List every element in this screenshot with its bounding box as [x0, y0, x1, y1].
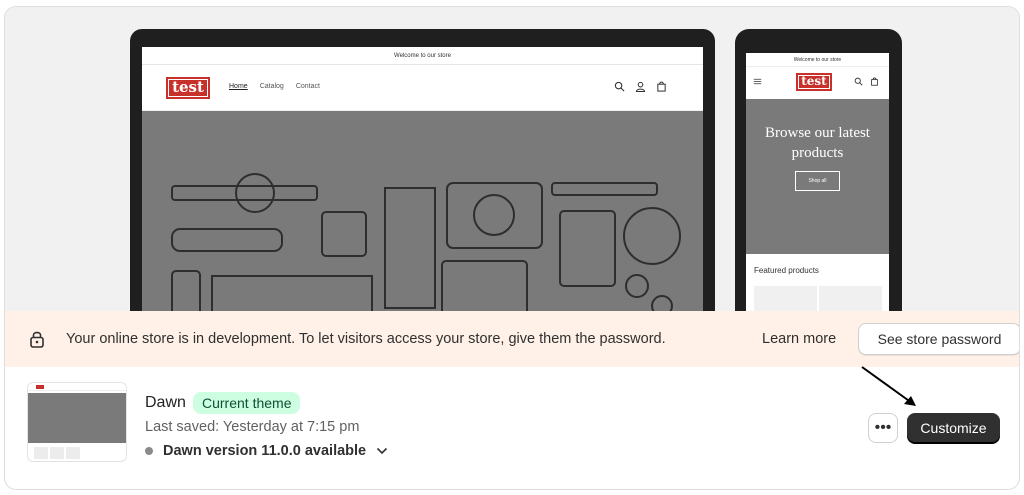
learn-more-link[interactable]: Learn more — [762, 331, 836, 347]
store-header-icons — [614, 81, 667, 92]
cart-icon — [657, 81, 666, 92]
announcement-bar: Welcome to our store — [142, 47, 703, 65]
version-text: Dawn version 11.0.0 available — [163, 443, 367, 459]
mobile-shop-all-button: Shop all — [795, 171, 840, 191]
mobile-preview-screen: Welcome to our store test Browse our lat… — [746, 53, 889, 311]
nav-catalog: Catalog — [259, 83, 284, 90]
mobile-announcement-bar: Welcome to our store — [746, 53, 889, 67]
nav-contact: Contact — [295, 83, 320, 90]
mobile-product-tiles — [754, 286, 882, 311]
mobile-hero-title: Browse our latest products — [765, 125, 870, 161]
last-saved-text: Last saved: Yesterday at 7:15 pm — [145, 419, 360, 435]
version-status-dot — [145, 447, 153, 455]
menu-icon — [753, 78, 762, 85]
store-header: test Home Catalog Contact — [142, 65, 703, 111]
version-update-toggle[interactable]: Dawn version 11.0.0 available — [145, 443, 388, 459]
account-icon — [635, 81, 646, 92]
desktop-preview-frame: Welcome to our store test Home Catalog C… — [130, 29, 715, 311]
annotation-arrow-icon — [861, 366, 916, 406]
mobile-store-logo: test — [796, 73, 832, 91]
mobile-preview-frame: Welcome to our store test Browse our lat… — [735, 29, 902, 311]
lock-icon — [30, 331, 44, 348]
mobile-hero: Browse our latest products Shop all — [746, 99, 889, 254]
customize-button[interactable]: Customize — [907, 413, 1000, 443]
development-message: Your online store is in development. To … — [66, 331, 666, 347]
chevron-down-icon — [377, 447, 388, 455]
search-icon — [854, 77, 863, 86]
hero-illustration — [171, 173, 681, 311]
desktop-preview-screen: Welcome to our store test Home Catalog C… — [142, 47, 703, 311]
theme-thumbnail[interactable] — [27, 382, 127, 462]
search-icon — [614, 81, 625, 92]
theme-name: Dawn — [145, 394, 186, 411]
theme-card: Welcome to our store test Home Catalog C… — [4, 6, 1020, 490]
current-theme-badge: Current theme — [193, 392, 301, 414]
cart-icon — [871, 77, 878, 86]
store-nav: Home Catalog Contact — [229, 83, 320, 90]
theme-preview: Welcome to our store test Home Catalog C… — [5, 7, 1019, 311]
see-store-password-button[interactable]: See store password — [858, 323, 1019, 355]
hero-image — [142, 111, 703, 311]
mobile-store-header: test — [746, 67, 889, 99]
more-actions-button[interactable]: ••• — [868, 413, 898, 443]
mobile-featured-heading: Featured products — [754, 266, 819, 275]
store-logo: test — [166, 77, 210, 99]
nav-home: Home — [229, 83, 248, 90]
